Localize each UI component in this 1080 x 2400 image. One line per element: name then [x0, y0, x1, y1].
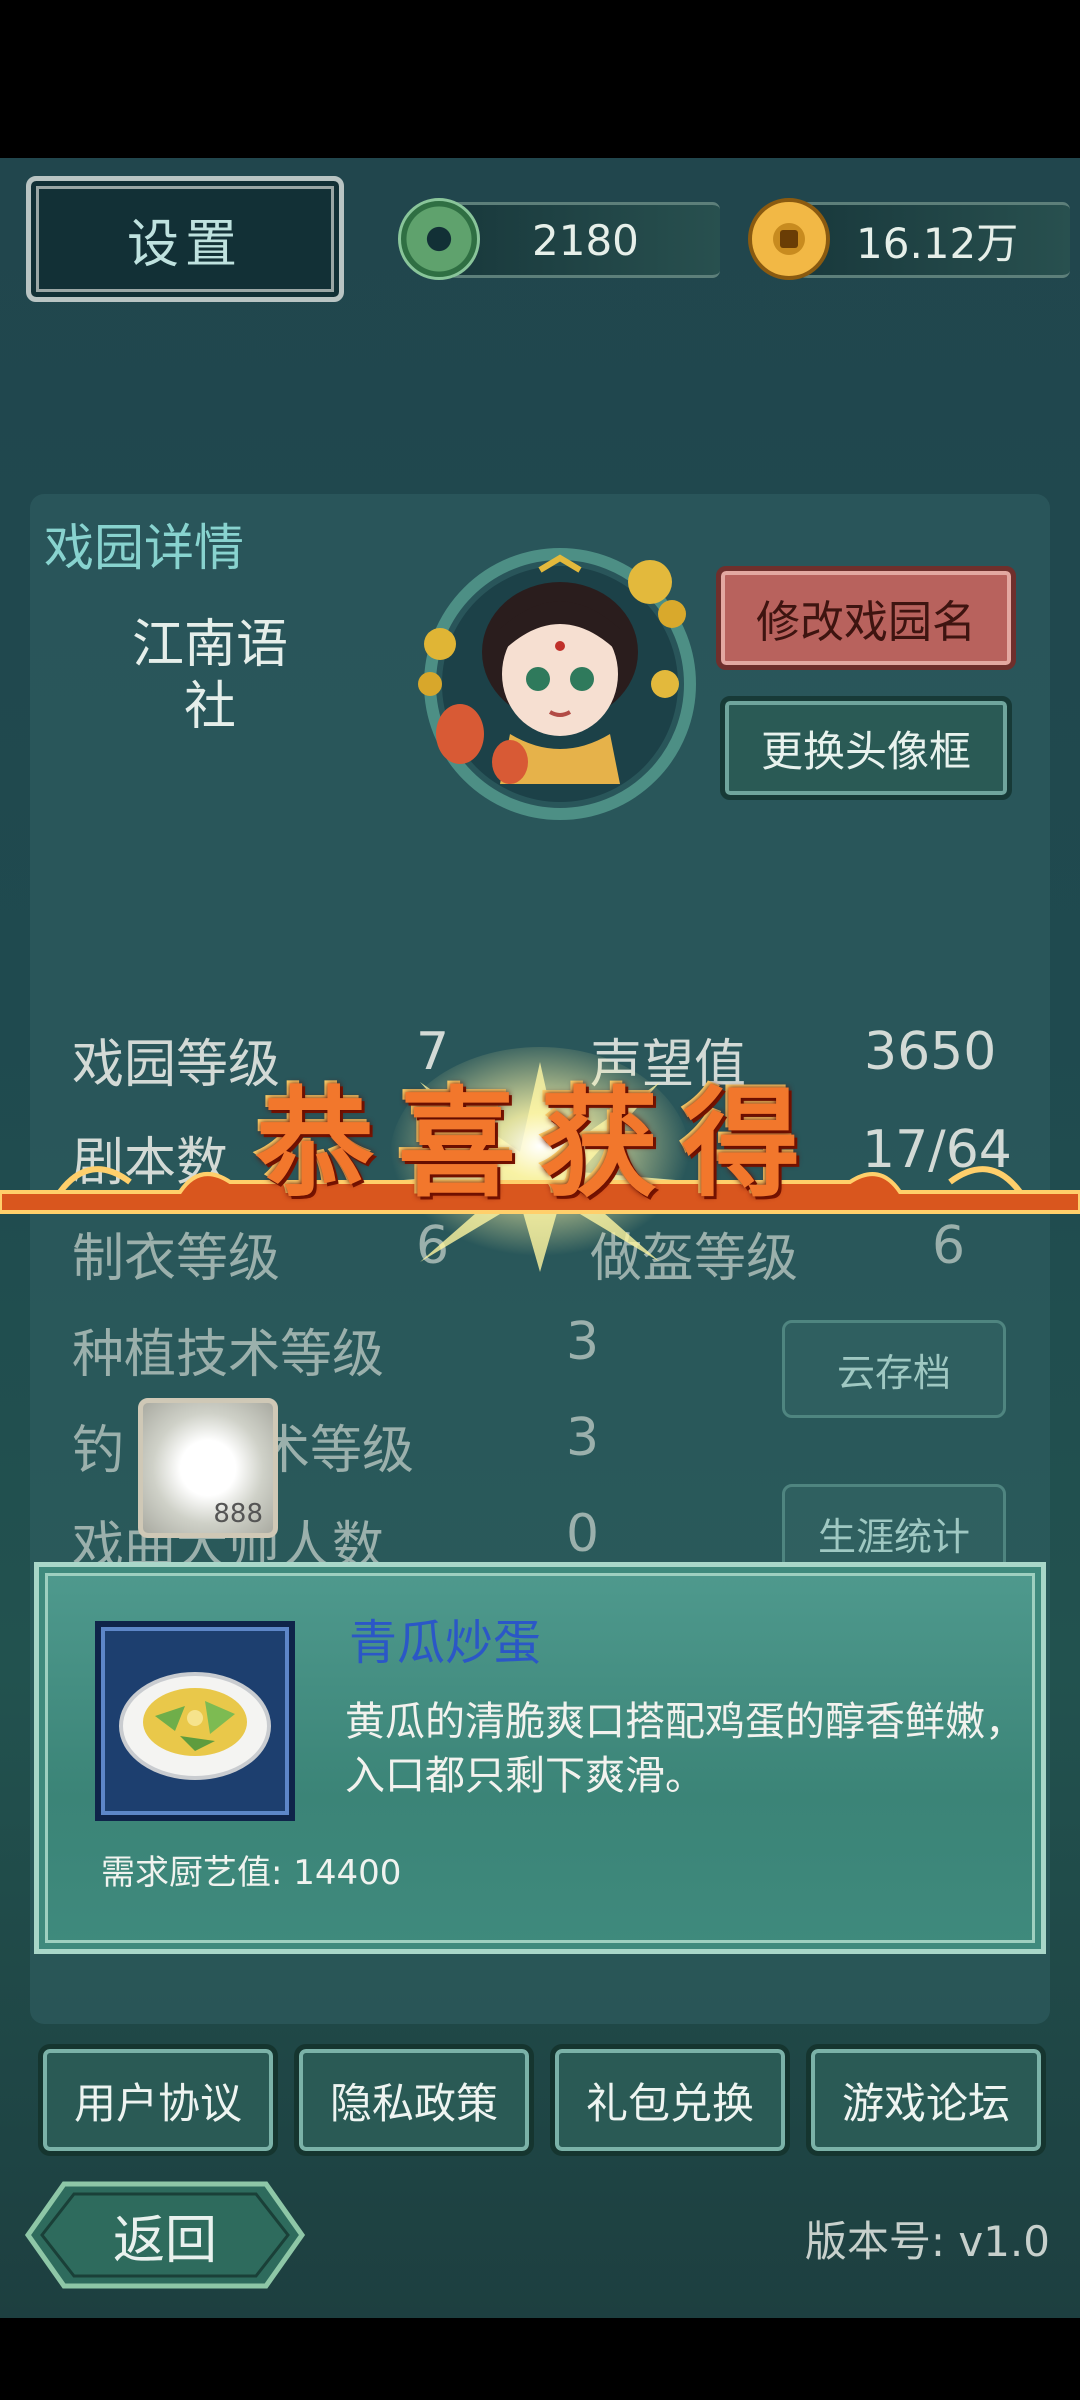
cloud-save-button[interactable]: 云存档 [782, 1320, 1006, 1418]
dish-name: 青瓜炒蛋 [349, 1615, 542, 1671]
avatar[interactable] [400, 534, 730, 834]
dish-description: 黄瓜的清脆爽口搭配鸡蛋的醇香鲜嫩，入口都只剩下爽滑。 [345, 1699, 1025, 1799]
fishing-level-suffix: 术等级 [258, 1421, 415, 1481]
lotus-item-thumbnail: 888 [138, 1398, 278, 1538]
gift-redeem-button[interactable]: 礼包兑换 [550, 2044, 790, 2156]
privacy-policy-button[interactable]: 隐私政策 [294, 2044, 534, 2156]
fishing-level-label: 钓 [72, 1421, 125, 1481]
reward-card: 青瓜炒蛋 黄瓜的清脆爽口搭配鸡蛋的醇香鲜嫩，入口都只剩下爽滑。 需求厨艺值: 1… [34, 1562, 1046, 1954]
congratulations-text: 恭喜获得 [255, 1075, 824, 1213]
back-label: 返回 [112, 2210, 217, 2271]
panel-title: 戏园详情 [44, 519, 244, 577]
rename-garden-button[interactable]: 修改戏园名 [716, 566, 1016, 670]
dish-icon [119, 1672, 271, 1780]
game-forum-button[interactable]: 游戏论坛 [806, 2044, 1046, 2156]
cooking-requirement: 需求厨艺值: 14400 [101, 1853, 402, 1893]
change-avatar-frame-button[interactable]: 更换头像框 [720, 696, 1012, 800]
copper-coin-icon [748, 198, 830, 280]
user-agreement-button[interactable]: 用户协议 [38, 2044, 278, 2156]
masters-count-value: 0 [566, 1504, 600, 1564]
garden-name: 江南语 社 [131, 615, 288, 737]
back-button[interactable]: 返回 [24, 2180, 306, 2290]
top-bar: 设置 2180 16.12万 [0, 158, 1080, 338]
fishing-level-value: 3 [566, 1408, 600, 1468]
version-text: 版本号: v1.0 [804, 2217, 1050, 2266]
jade-amount: 2180 [532, 215, 639, 265]
dish-icon-frame [95, 1621, 295, 1821]
planting-level-label: 种植技术等级 [72, 1325, 385, 1385]
coin-amount: 16.12万 [856, 218, 1019, 268]
game-screen: 设置 2180 16.12万 戏园详情 江南语 社 修改戏园名 更换头像框 戏园… [0, 158, 1080, 2318]
settings-button[interactable]: 设置 [26, 176, 344, 302]
item-count: 888 [213, 1499, 263, 1529]
jade-ring-icon [398, 198, 480, 280]
planting-level-value: 3 [566, 1312, 600, 1372]
